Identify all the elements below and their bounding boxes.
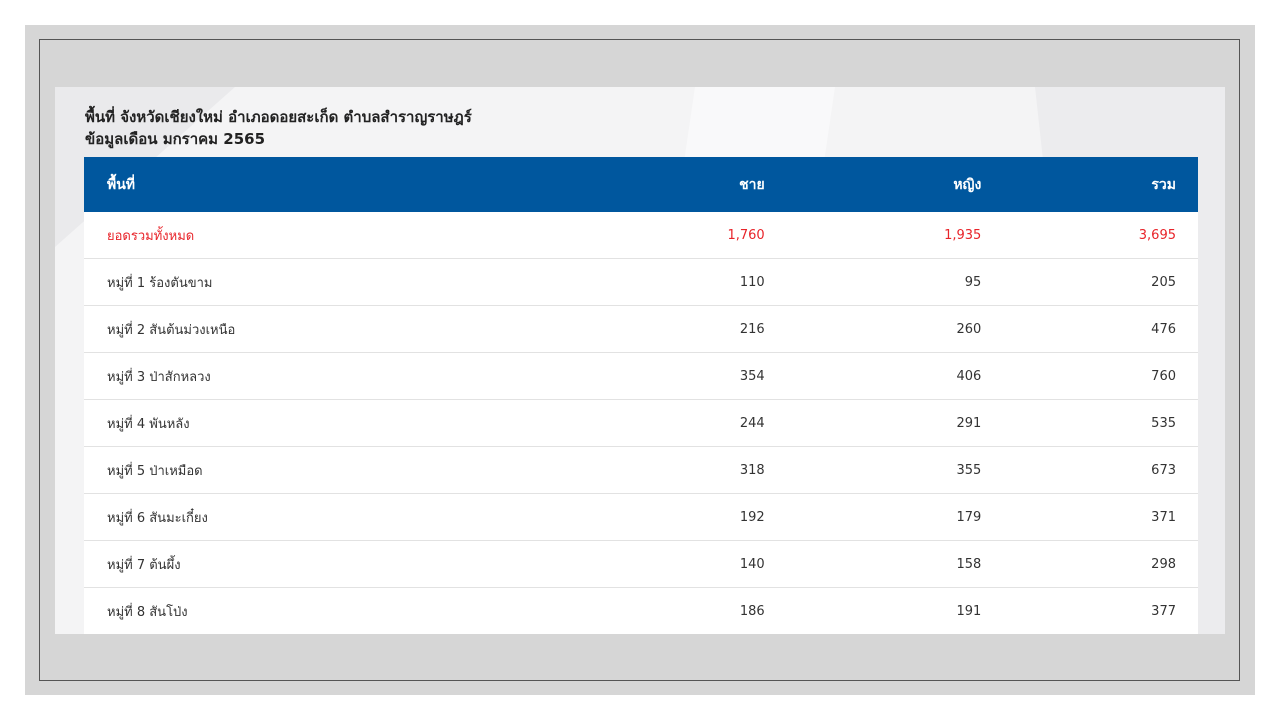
table-row: หมู่ที่ 4 พันหลัง 244 291 535 [84, 399, 1198, 447]
table-row: หมู่ที่ 8 สันโป่ง 186 191 377 [84, 587, 1198, 634]
cell-total: 377 [981, 587, 1198, 634]
cell-female: 291 [764, 399, 982, 447]
cell-total: 298 [981, 540, 1198, 588]
page-heading: พื้นที่ จังหวัดเชียงใหม่ อำเภอดอยสะเก็ด … [85, 106, 472, 150]
cell-male: 110 [451, 258, 765, 306]
population-table-container[interactable]: พื้นที่ ชาย หญิง รวม ยอดรวมทั้งหมด 1,760… [84, 157, 1198, 634]
cell-male: 216 [451, 305, 765, 353]
table-row: หมู่ที่ 6 สันมะเกี๋ยง 192 179 371 [84, 493, 1198, 541]
cell-male: 1,760 [451, 212, 765, 259]
cell-female: 355 [764, 446, 982, 494]
cell-female: 260 [764, 305, 982, 353]
table-row-total: ยอดรวมทั้งหมด 1,760 1,935 3,695 [84, 212, 1198, 259]
cell-area: หมู่ที่ 8 สันโป่ง [84, 587, 452, 634]
cell-female: 179 [764, 493, 982, 541]
heading-location: พื้นที่ จังหวัดเชียงใหม่ อำเภอดอยสะเก็ด … [85, 108, 472, 126]
table-row: หมู่ที่ 5 ป่าเหมือด 318 355 673 [84, 446, 1198, 494]
cell-female: 158 [764, 540, 982, 588]
population-table: พื้นที่ ชาย หญิง รวม ยอดรวมทั้งหมด 1,760… [84, 157, 1198, 634]
table-row: หมู่ที่ 7 ต้นผึ้ง 140 158 298 [84, 540, 1198, 588]
cell-area: หมู่ที่ 4 พันหลัง [84, 399, 452, 447]
cell-total: 205 [981, 258, 1198, 306]
cell-male: 192 [451, 493, 765, 541]
cell-female: 95 [764, 258, 982, 306]
cell-male: 318 [451, 446, 765, 494]
cell-area: หมู่ที่ 2 สันต้นม่วงเหนือ [84, 305, 452, 353]
table-row: หมู่ที่ 1 ร้องตันขาม 110 95 205 [84, 258, 1198, 306]
cell-male: 244 [451, 399, 765, 447]
header-total: รวม [981, 157, 1198, 212]
cell-area: หมู่ที่ 7 ต้นผึ้ง [84, 540, 452, 588]
cell-area: หมู่ที่ 1 ร้องตันขาม [84, 258, 452, 306]
cell-total: 371 [981, 493, 1198, 541]
table-header-row: พื้นที่ ชาย หญิง รวม [84, 157, 1198, 212]
table-row: หมู่ที่ 3 ป่าสักหลวง 354 406 760 [84, 352, 1198, 400]
cell-total: 476 [981, 305, 1198, 353]
cell-total: 3,695 [981, 212, 1198, 259]
heading-month: ข้อมูลเดือน มกราคม 2565 [85, 130, 266, 148]
cell-male: 140 [451, 540, 765, 588]
cell-area: ยอดรวมทั้งหมด [84, 212, 452, 259]
cell-total: 673 [981, 446, 1198, 494]
table-row: หมู่ที่ 2 สันต้นม่วงเหนือ 216 260 476 [84, 305, 1198, 353]
cell-male: 186 [451, 587, 765, 634]
cell-male: 354 [451, 352, 765, 400]
header-female: หญิง [764, 157, 982, 212]
cell-total: 535 [981, 399, 1198, 447]
header-area: พื้นที่ [84, 157, 452, 212]
cell-area: หมู่ที่ 3 ป่าสักหลวง [84, 352, 452, 400]
cell-total: 760 [981, 352, 1198, 400]
cell-area: หมู่ที่ 5 ป่าเหมือด [84, 446, 452, 494]
cell-female: 191 [764, 587, 982, 634]
cell-area: หมู่ที่ 6 สันมะเกี๋ยง [84, 493, 452, 541]
cell-female: 1,935 [764, 212, 982, 259]
cell-female: 406 [764, 352, 982, 400]
header-male: ชาย [451, 157, 765, 212]
